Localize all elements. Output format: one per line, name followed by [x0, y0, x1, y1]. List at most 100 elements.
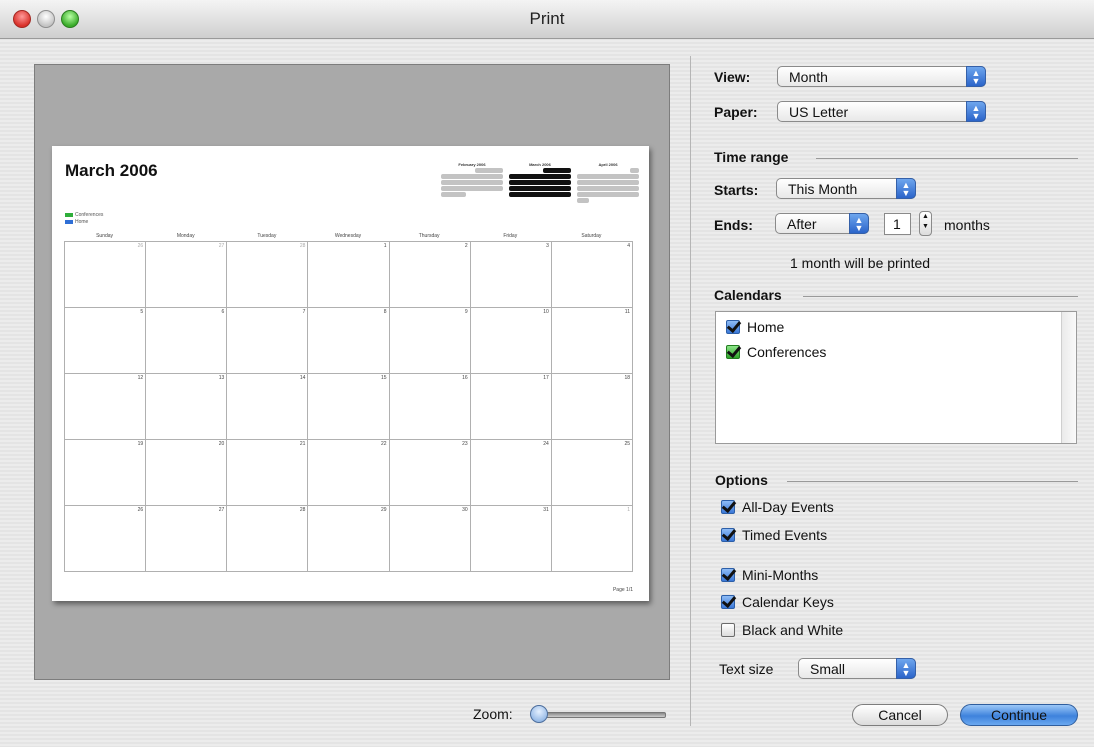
checkbox-icon: [721, 623, 735, 637]
day-header: Monday: [176, 233, 195, 239]
zoom-slider-knob[interactable]: [530, 705, 548, 723]
calendars-list-scrollbar[interactable]: [1061, 312, 1076, 443]
section-rule: [803, 296, 1078, 297]
option-mini-months[interactable]: Mini-Months: [721, 567, 818, 583]
title-bar: Print: [0, 0, 1094, 39]
calendar-day-cell: 5: [65, 308, 147, 374]
zoom-slider-track[interactable]: [540, 712, 666, 718]
calendar-day-cell: 27: [146, 242, 228, 308]
day-number: 19: [137, 441, 144, 447]
calendar-day-cell: 28: [227, 242, 309, 308]
day-number: 4: [627, 243, 630, 249]
paper-popup[interactable]: US Letter ▲ ▼: [777, 101, 986, 122]
starts-popup[interactable]: This Month ▲ ▼: [776, 178, 916, 199]
starts-value: This Month: [788, 181, 858, 197]
checkbox-icon: [721, 500, 735, 514]
day-number: 9: [464, 309, 468, 315]
month-grid: 26 27 28 1 2 3 4 5 6 7 8 9 10 11 12 13 14 15 16 17 18 19 20 21 2…: [64, 241, 633, 572]
calendar-day-cell: 11: [551, 308, 633, 374]
calendar-day-cell: 2: [389, 242, 471, 308]
paper-label: Paper:: [714, 104, 758, 120]
key-label: Home: [75, 219, 89, 225]
calendar-day-cell: 24: [470, 440, 552, 506]
view-popup[interactable]: Month ▲ ▼: [777, 66, 986, 87]
day-number: 6: [221, 309, 225, 315]
day-number: 11: [624, 309, 630, 315]
calendar-day-cell: 15: [308, 374, 390, 440]
calendar-day-cell: 12: [65, 374, 147, 440]
checkbox-icon: [721, 528, 735, 542]
ends-label: Ends:: [714, 217, 753, 233]
time-range-heading: Time range: [714, 149, 789, 165]
day-number: 3: [546, 243, 549, 249]
day-number: 17: [543, 375, 549, 381]
ends-count-field[interactable]: 1: [884, 213, 911, 235]
mini-month-title: April 2006: [598, 162, 618, 167]
panel-divider: [690, 56, 691, 726]
option-all-day-events[interactable]: All-Day Events: [721, 499, 834, 515]
calendar-day-cell: 25: [551, 440, 633, 506]
option-calendar-keys[interactable]: Calendar Keys: [721, 594, 834, 610]
calendar-day-cell: 19: [65, 440, 147, 506]
ends-popup[interactable]: After ▲ ▼: [775, 213, 869, 234]
calendar-day-cell: 26: [65, 242, 147, 308]
calendar-day-cell: 31: [470, 506, 552, 572]
text-size-popup[interactable]: Small ▲ ▼: [798, 658, 916, 679]
calendar-item-home[interactable]: Home: [726, 319, 784, 335]
day-header: Wednesday: [334, 233, 362, 239]
popup-arrows-icon: ▲ ▼: [896, 658, 916, 679]
cancel-button[interactable]: Cancel: [852, 704, 948, 726]
paper-value: US Letter: [789, 104, 849, 120]
popup-arrows-icon: ▲ ▼: [896, 178, 916, 199]
calendar-day-cell: 7: [227, 308, 309, 374]
day-number: 22: [381, 441, 387, 447]
day-header: Tuesday: [257, 233, 277, 239]
option-black-and-white[interactable]: Black and White: [721, 622, 843, 638]
ends-count-stepper[interactable]: ▲ ▼: [919, 211, 932, 236]
day-header: Sunday: [96, 233, 114, 239]
calendar-day-cell: 3: [470, 242, 552, 308]
day-number: 12: [137, 375, 144, 381]
calendar-day-cell: 27: [146, 506, 228, 572]
day-number: 14: [299, 375, 306, 381]
preview-page: March 2006 Conferences Home February 200…: [52, 146, 649, 601]
calendar-day-cell: 13: [146, 374, 228, 440]
day-number: 1: [383, 243, 387, 249]
print-summary: 1 month will be printed: [790, 255, 931, 271]
calendar-day-cell: 20: [146, 440, 228, 506]
print-preview: March 2006 Conferences Home February 200…: [34, 64, 670, 680]
option-timed-events[interactable]: Timed Events: [721, 527, 827, 543]
popup-arrows-icon: ▲ ▼: [849, 213, 869, 234]
day-number: 10: [543, 309, 549, 315]
continue-button[interactable]: Continue: [960, 704, 1078, 726]
calendar-item-conferences[interactable]: Conferences: [726, 344, 826, 360]
day-number: 25: [624, 441, 630, 447]
day-header: Thursday: [418, 233, 440, 239]
mini-month-april: April 2006: [577, 162, 639, 203]
day-number: 8: [383, 309, 387, 315]
calendar-day-cell: 29: [308, 506, 390, 572]
calendar-day-cell: 16: [389, 374, 471, 440]
calendars-list[interactable]: Home Conferences: [715, 311, 1077, 444]
calendar-key-home: Home: [65, 219, 88, 225]
checkbox-icon: [726, 345, 740, 359]
calendar-day-cell: 6: [146, 308, 228, 374]
day-header: Saturday: [581, 233, 602, 239]
calendar-name: Home: [747, 319, 785, 335]
day-number: 26: [137, 507, 144, 513]
day-number: 29: [381, 507, 387, 513]
calendar-day-cell: 17: [470, 374, 552, 440]
option-label: Black and White: [742, 622, 844, 638]
day-number: 21: [299, 441, 306, 447]
day-number: 30: [462, 507, 468, 513]
day-number: 20: [218, 441, 225, 447]
key-swatch: [65, 219, 73, 224]
day-number: 26: [137, 243, 144, 249]
section-rule: [816, 158, 1078, 159]
ends-unit: months: [944, 217, 990, 233]
option-label: Mini-Months: [742, 567, 819, 583]
option-label: Calendar Keys: [742, 594, 834, 610]
day-number: 24: [543, 441, 549, 447]
day-number: 28: [299, 243, 306, 249]
day-number: 5: [140, 309, 144, 315]
